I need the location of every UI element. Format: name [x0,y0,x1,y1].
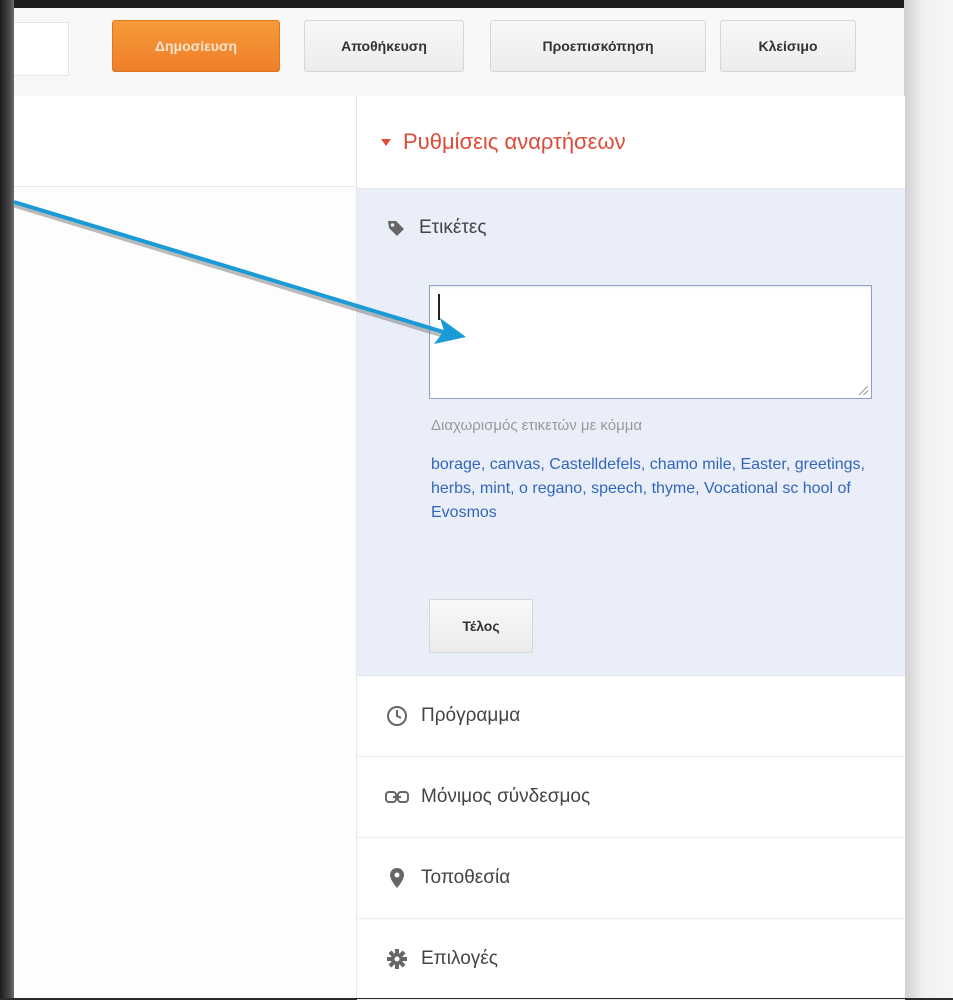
sidebar-item-label: Πρόγραμμα [421,705,521,726]
post-editor: Δημοσίευση Αποθήκευση Προεπισκόπηση Κλεί… [14,8,905,1000]
labels-hint: Διαχωρισμός ετικετών με κόμμα [431,417,643,434]
sidebar-item-label: Μόνιμος σύνδεσμος [421,786,591,807]
editor-toolbar: Δημοσίευση Αποθήκευση Προεπισκόπηση Κλεί… [14,8,904,97]
sidebar-item-permalink[interactable]: Μόνιμος σύνδεσμος [357,757,905,838]
editor-format-bar [14,96,356,187]
close-button[interactable]: Κλείσιμο [720,20,856,72]
text-cursor [438,294,440,320]
sidebar-item-label: Επιλογές [421,948,498,969]
screen-left-frame [0,0,14,998]
labels-panel-title[interactable]: Ετικέτες [385,217,487,239]
link-icon [385,785,409,809]
post-body-editor[interactable] [14,187,356,998]
sidebar-item-schedule[interactable]: Πρόγραμμα [357,676,905,757]
screen-top-frame [0,0,953,8]
post-settings-sidebar: Ρυθμίσεις αναρτήσεων Ετικέτες Διαχωρισμό… [356,96,905,1000]
post-settings-title: Ρυθμίσεις αναρτήσεων [403,129,626,154]
clock-icon [385,704,409,728]
resize-handle-icon[interactable] [859,386,868,395]
labels-panel: Ετικέτες Διαχωρισμός ετικετών με κόμμα b… [357,189,905,676]
save-button[interactable]: Αποθήκευση [304,20,464,72]
sidebar-item-label: Τοποθεσία [421,867,511,888]
tag-icon [388,221,404,236]
post-title-input[interactable] [14,22,69,76]
sidebar-item-location[interactable]: Τοποθεσία [357,838,905,919]
collapse-arrow-icon [381,138,391,146]
gear-icon [385,947,409,971]
labels-title-text: Ετικέτες [419,217,487,238]
suggested-labels-list[interactable]: borage, canvas, Castelldefels, chamo mil… [431,453,871,525]
publish-button[interactable]: Δημοσίευση [112,20,280,72]
browser-background [904,0,953,998]
preview-button[interactable]: Προεπισκόπηση [490,20,706,72]
location-pin-icon [385,866,409,890]
sidebar-item-options[interactable]: Επιλογές [357,919,905,1000]
post-settings-header[interactable]: Ρυθμίσεις αναρτήσεων [357,96,905,189]
done-button[interactable]: Τέλος [429,599,533,653]
labels-input[interactable] [429,285,872,399]
